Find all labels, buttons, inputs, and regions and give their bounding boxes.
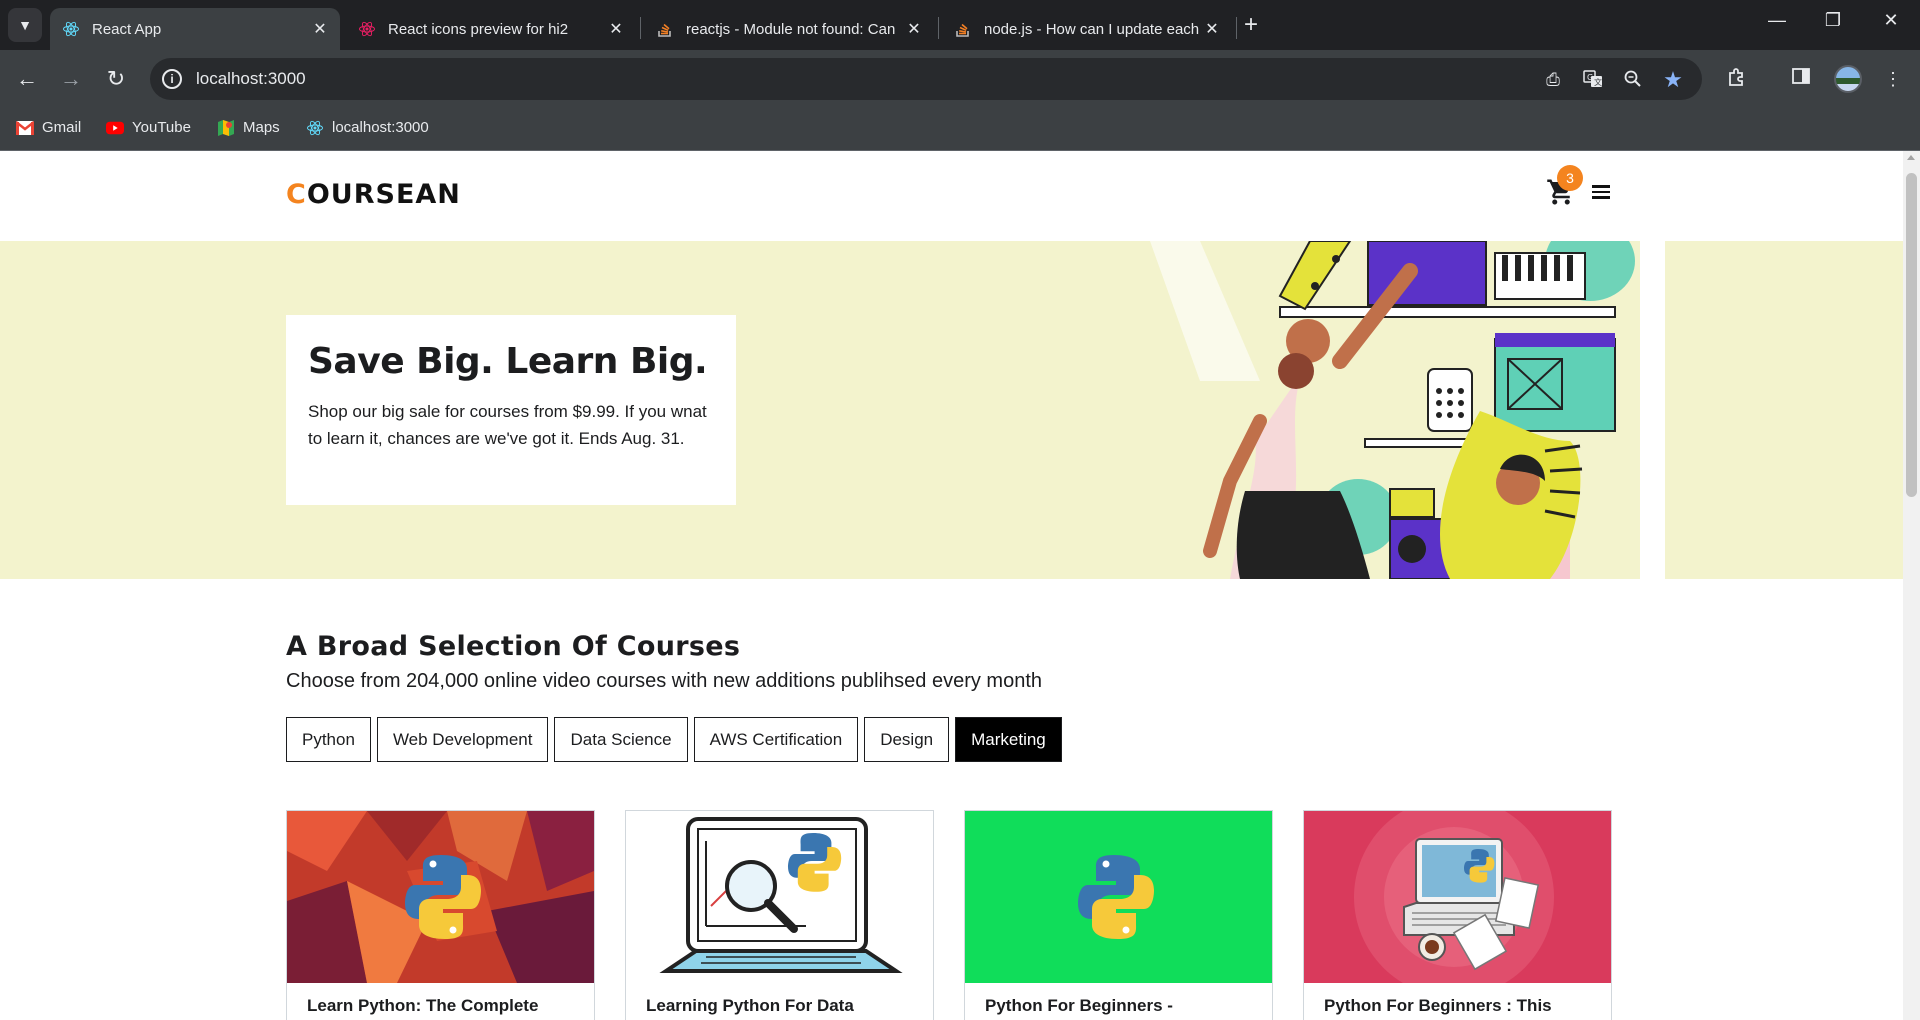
course-thumbnail — [1304, 811, 1611, 983]
hero-text: Shop our big sale for courses from $9.99… — [308, 402, 707, 448]
tab-title: reactjs - Module not found: Can — [686, 20, 896, 38]
zoom-icon[interactable] — [1622, 69, 1644, 91]
minimize-icon[interactable]: — — [1762, 10, 1792, 31]
hero-illustration — [1150, 241, 1665, 579]
bookmarks-bar: Gmail YouTube Maps localhost:3000 — [0, 108, 1920, 151]
react-icon — [358, 20, 376, 38]
page-viewport: COURSEAN 3 Save Big. Learn Big. Shop our… — [0, 151, 1903, 1020]
category-filter-tabs: Python Web Development Data Science AWS … — [286, 717, 1062, 762]
extensions-icon[interactable] — [1724, 66, 1750, 92]
scrollbar-thumb[interactable] — [1906, 173, 1917, 497]
bookmark-youtube[interactable]: YouTube — [106, 119, 191, 136]
close-icon[interactable]: ✕ — [902, 19, 926, 39]
restore-icon[interactable]: ❐ — [1818, 10, 1848, 31]
filter-design[interactable]: Design — [864, 717, 950, 762]
tab-title: React App — [92, 20, 162, 38]
tab-separator — [640, 17, 641, 39]
hero-title: Save Big. Learn Big. — [308, 341, 708, 382]
react-icon — [62, 20, 80, 38]
bookmark-gmail[interactable]: Gmail — [16, 119, 81, 136]
browser-tab-bar: ▼ React App ✕ React icons preview for hi… — [0, 0, 1920, 50]
bookmark-label: Gmail — [42, 119, 82, 136]
course-card[interactable]: Python For Beginners - — [964, 810, 1273, 1020]
course-title: Python For Beginners : This — [1324, 996, 1552, 1015]
side-panel-icon[interactable] — [1788, 66, 1814, 92]
stackoverflow-icon — [656, 20, 674, 38]
course-card[interactable]: Learning Python For Data — [625, 810, 934, 1020]
profile-avatar[interactable] — [1834, 65, 1862, 93]
tab-react-icons-preview[interactable]: React icons preview for hi2 ✕ — [346, 8, 636, 50]
filter-data-science[interactable]: Data Science — [554, 717, 688, 762]
course-title: Python For Beginners - — [985, 996, 1173, 1015]
cart-count-badge: 3 — [1557, 165, 1583, 191]
svg-text:文: 文 — [1594, 77, 1602, 87]
translate-icon[interactable]: G文 — [1582, 69, 1604, 91]
scroll-up-icon[interactable] — [1907, 155, 1915, 160]
course-card[interactable]: Python For Beginners : This — [1303, 810, 1612, 1020]
hero-card: Save Big. Learn Big. Shop our big sale f… — [286, 315, 736, 505]
back-icon[interactable]: ← — [12, 64, 42, 94]
close-icon[interactable]: ✕ — [1200, 19, 1224, 39]
site-header: COURSEAN 3 — [0, 151, 1903, 241]
react-icon — [306, 120, 324, 136]
section-heading: A Broad Selection Of Courses — [286, 631, 741, 662]
site-info-icon[interactable]: i — [162, 69, 182, 89]
filter-aws-certification[interactable]: AWS Certification — [693, 717, 859, 762]
course-title: Learn Python: The Complete — [307, 996, 539, 1015]
tab-reactjs-module[interactable]: reactjs - Module not found: Can ✕ — [644, 8, 934, 50]
stackoverflow-icon — [954, 20, 972, 38]
youtube-icon — [106, 120, 124, 136]
close-icon[interactable]: ✕ — [604, 19, 628, 39]
tab-title: React icons preview for hi2 — [388, 20, 569, 38]
tab-react-app[interactable]: React App ✕ — [50, 8, 340, 50]
bookmark-star-icon[interactable]: ★ — [1662, 69, 1684, 91]
window-close-icon[interactable]: ✕ — [1876, 10, 1906, 31]
bookmark-label: Maps — [243, 119, 280, 136]
bookmark-localhost[interactable]: localhost:3000 — [306, 119, 429, 136]
kebab-menu-icon[interactable]: ⋮ — [1880, 66, 1906, 92]
tab-separator — [1236, 17, 1237, 39]
filter-marketing[interactable]: Marketing — [955, 717, 1062, 762]
tab-separator — [938, 17, 939, 39]
course-thumbnail — [965, 811, 1272, 983]
course-card[interactable]: Learn Python: The Complete — [286, 810, 595, 1020]
install-app-icon[interactable]: ⎙ — [1542, 69, 1564, 91]
course-card-list: Learn Python: The Complete Learning Pyth… — [286, 810, 1613, 1020]
bookmark-label: YouTube — [132, 119, 191, 136]
tab-nodejs-update[interactable]: node.js - How can I update each ✕ — [942, 8, 1232, 50]
course-thumbnail — [626, 811, 933, 983]
svg-text:G: G — [1587, 73, 1593, 82]
section-subheading: Choose from 204,000 online video courses… — [286, 670, 1043, 692]
hero-banner: Save Big. Learn Big. Shop our big sale f… — [0, 241, 1903, 579]
maps-icon — [217, 119, 235, 136]
gmail-icon — [16, 120, 34, 136]
tab-title: node.js - How can I update each — [984, 20, 1200, 38]
bookmark-maps[interactable]: Maps — [217, 119, 280, 136]
tab-search-button[interactable]: ▼ — [8, 8, 42, 42]
filter-web-development[interactable]: Web Development — [376, 717, 549, 762]
address-bar[interactable]: i localhost:3000 ⎙ G文 ★ — [150, 58, 1702, 100]
course-thumbnail — [287, 811, 594, 983]
close-icon[interactable]: ✕ — [308, 19, 332, 39]
course-title: Learning Python For Data — [646, 996, 854, 1015]
reload-icon[interactable]: ↻ — [101, 64, 131, 94]
page-scrollbar[interactable] — [1903, 151, 1920, 1020]
forward-icon[interactable]: → — [56, 64, 86, 94]
filter-python[interactable]: Python — [286, 717, 371, 762]
logo-text: OURSEAN — [306, 179, 461, 210]
logo-accent-letter: C — [286, 179, 307, 210]
bookmark-label: localhost:3000 — [332, 119, 429, 136]
browser-toolbar: ← → ↻ i localhost:3000 ⎙ G文 ★ ⋮ — [0, 50, 1920, 108]
new-tab-button[interactable]: + — [1244, 12, 1258, 38]
menu-icon[interactable] — [1592, 185, 1610, 199]
site-logo[interactable]: COURSEAN — [286, 179, 461, 210]
url-text[interactable]: localhost:3000 — [196, 69, 306, 89]
